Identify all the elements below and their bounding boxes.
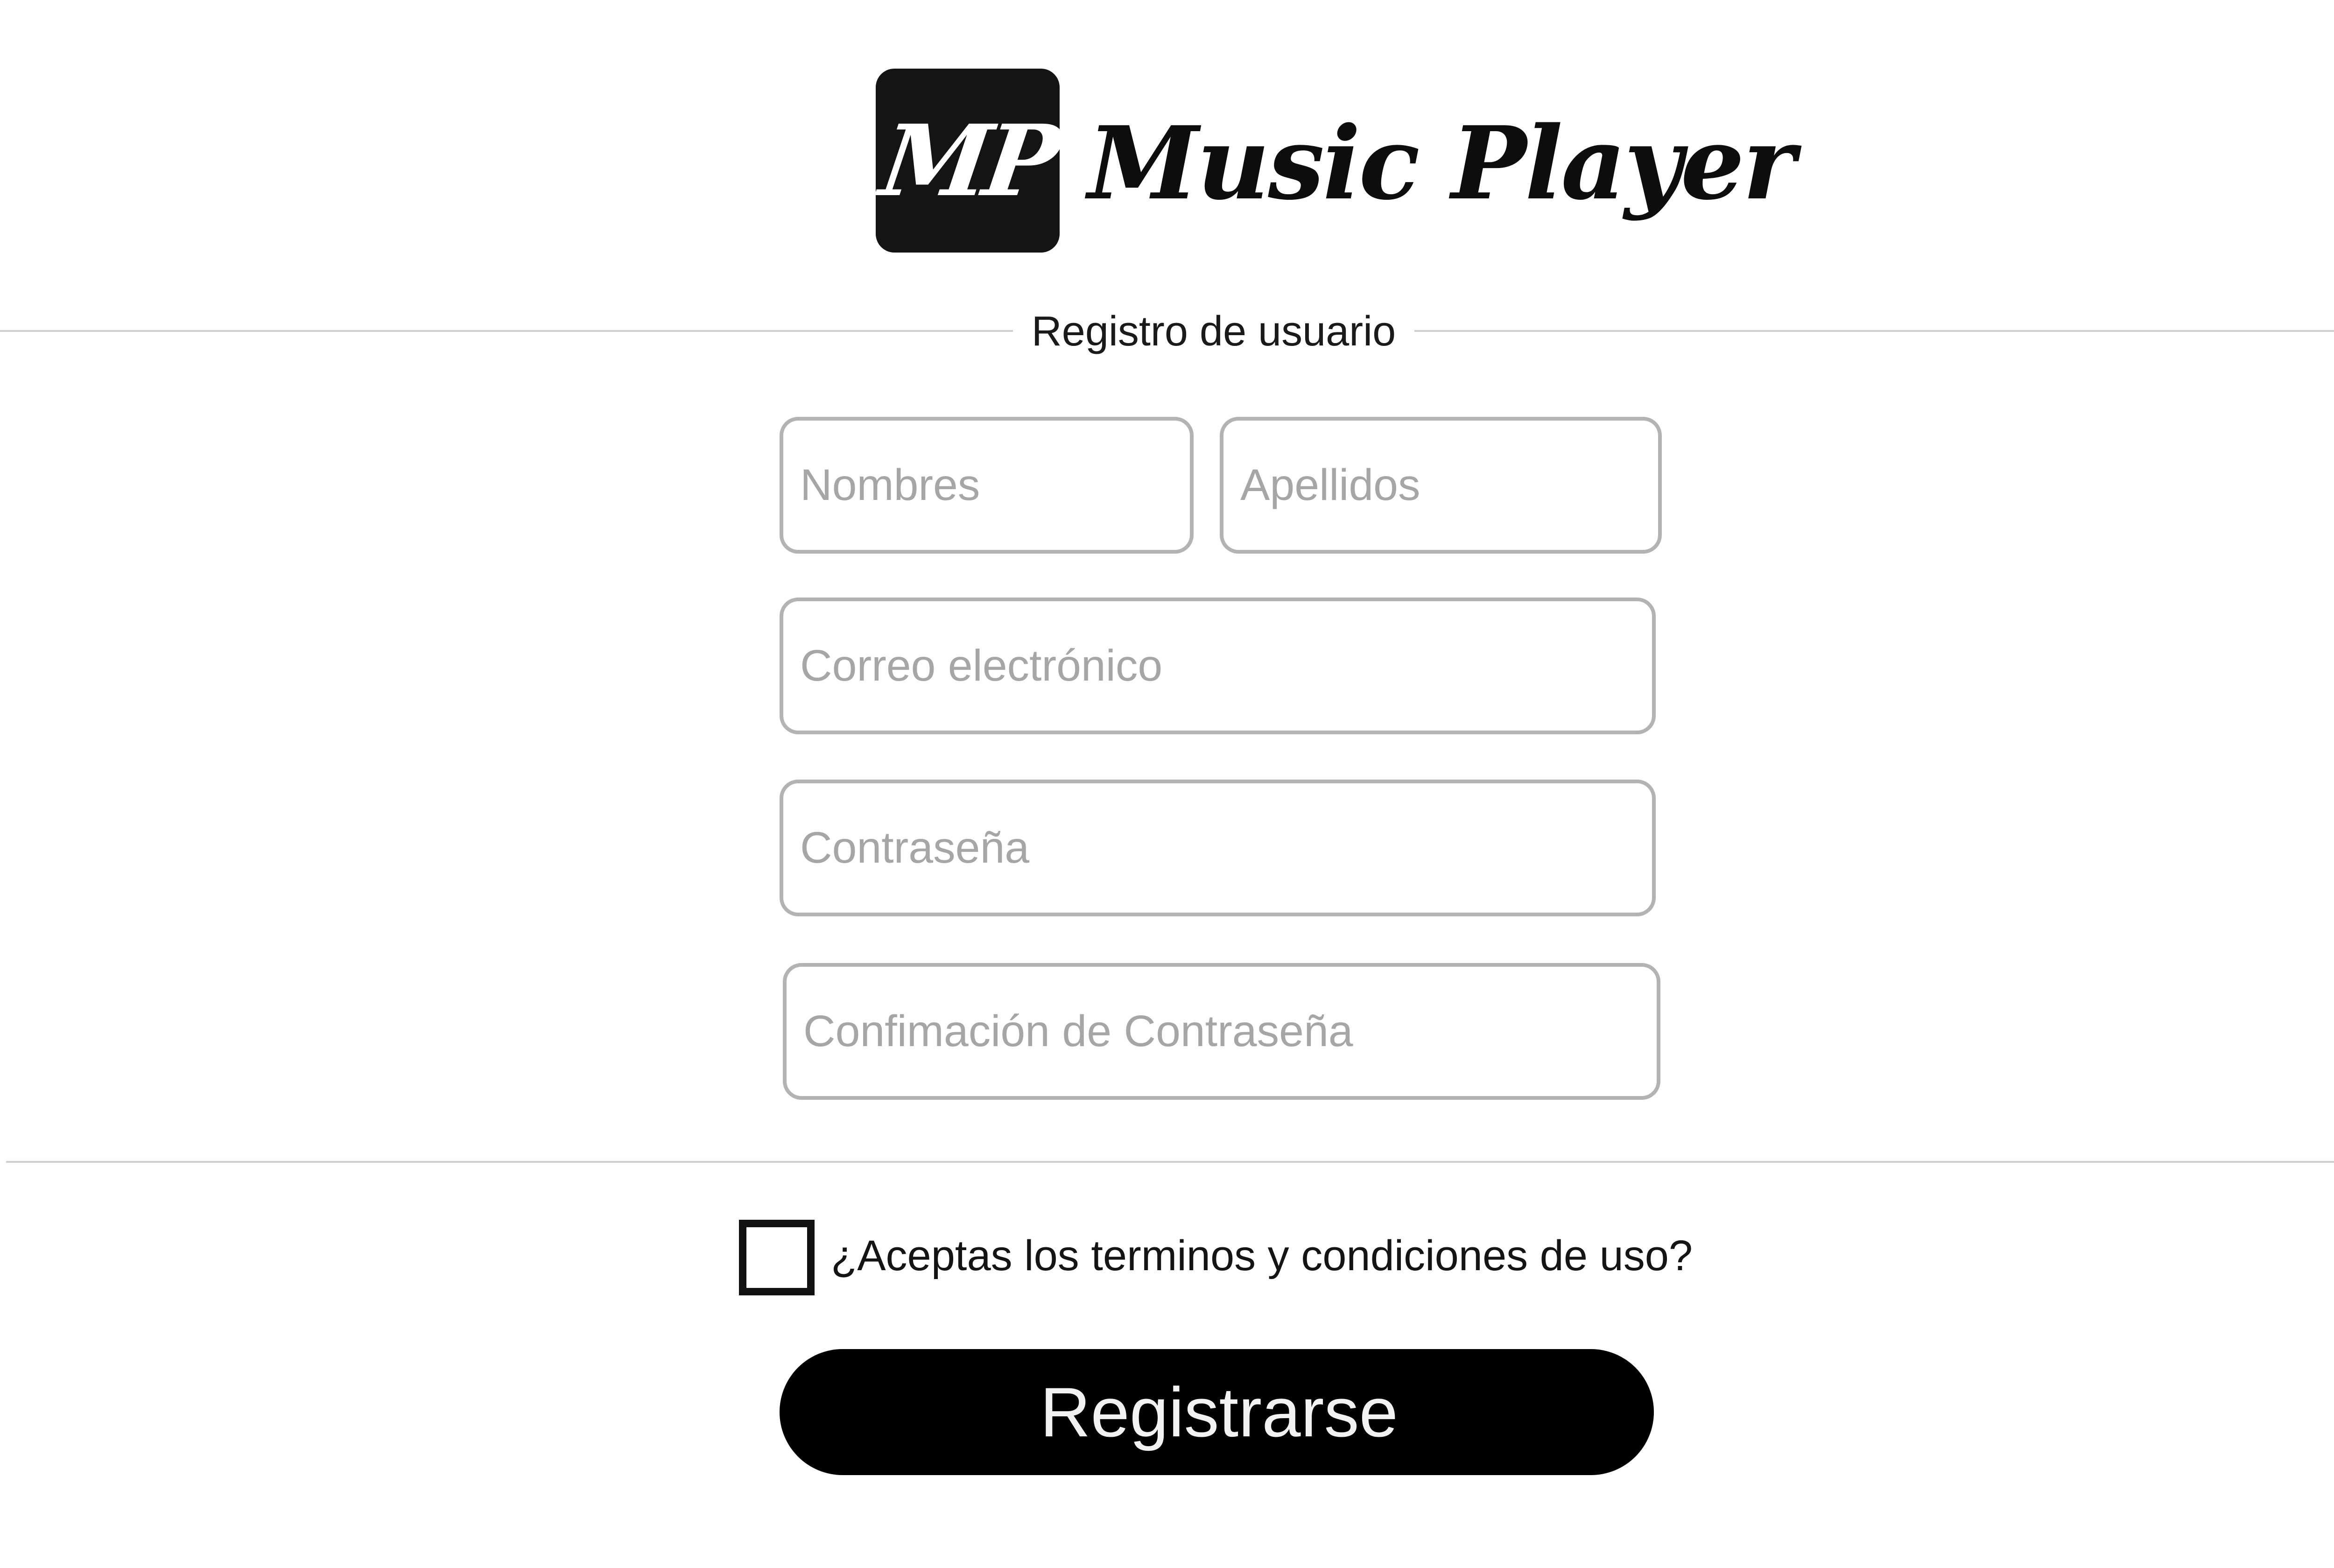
first-name-input[interactable] (780, 417, 1194, 554)
register-button[interactable]: Registrarse (780, 1349, 1654, 1475)
logo-badge-text: MP (874, 103, 1062, 218)
app-name: Music Player (1088, 104, 1795, 222)
terms-label: ¿Aceptas los terminos y condiciones de u… (831, 1232, 1693, 1280)
form-bottom-divider (6, 1161, 2334, 1163)
password-confirm-input[interactable] (783, 963, 1660, 1100)
last-name-input[interactable] (1220, 417, 1662, 554)
form-title: Registro de usuario (1013, 303, 1414, 359)
terms-checkbox[interactable] (739, 1220, 815, 1295)
password-input[interactable] (780, 780, 1656, 916)
email-input[interactable] (780, 598, 1656, 734)
logo-badge: MP (874, 69, 1062, 253)
